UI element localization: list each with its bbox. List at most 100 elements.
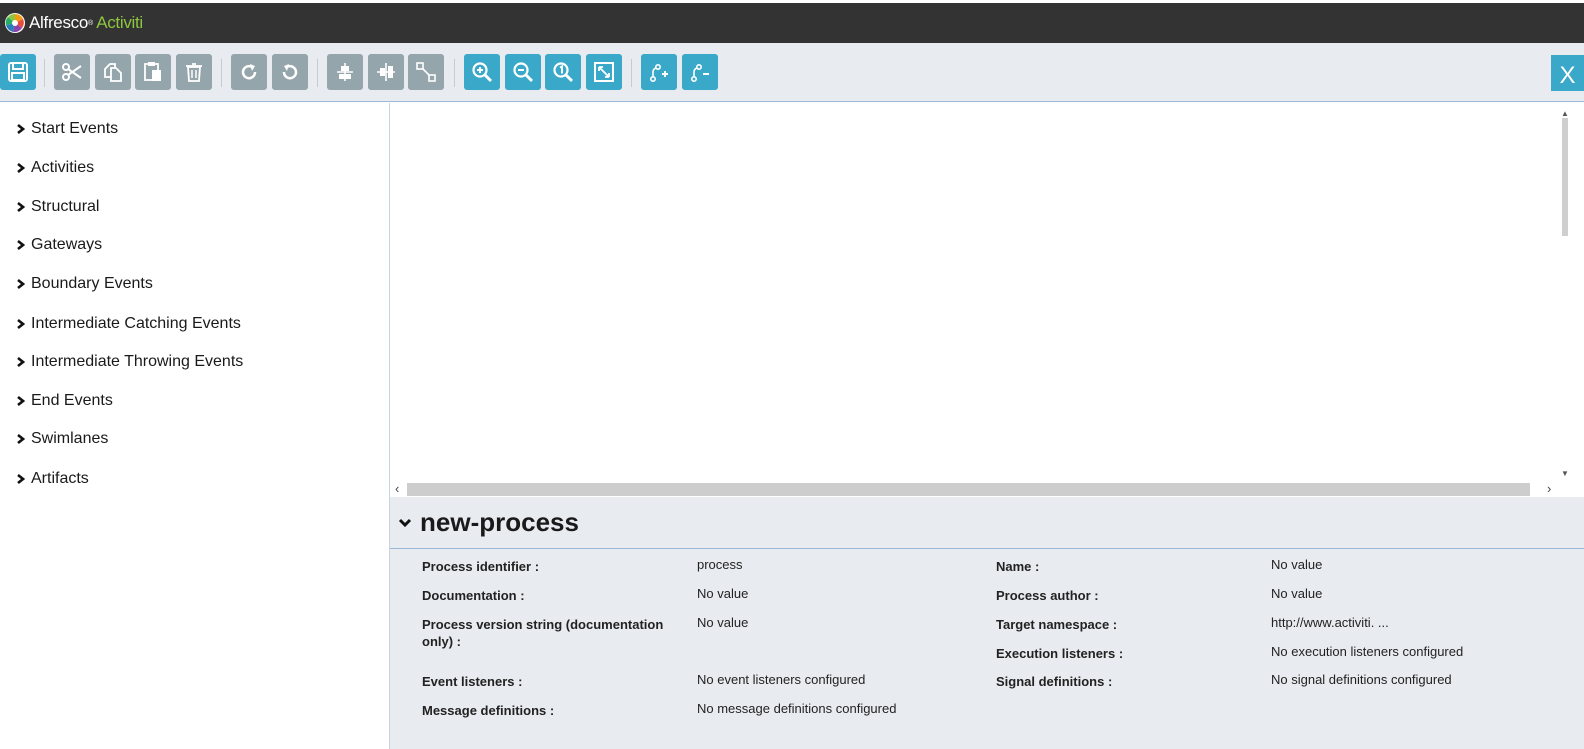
paste-icon bbox=[144, 62, 161, 81]
properties-title: new-process bbox=[420, 507, 579, 537]
zoom-out-icon bbox=[513, 62, 534, 83]
align-horizontal-icon bbox=[377, 63, 395, 81]
prop-label-documentation: Documentation : bbox=[422, 588, 525, 603]
zoom-actual-icon bbox=[553, 62, 574, 83]
prop-value-event-listeners[interactable]: No event listeners configured bbox=[697, 671, 977, 688]
paste-button[interactable] bbox=[135, 54, 171, 90]
palette-group-swimlanes[interactable]: Swimlanes bbox=[16, 428, 108, 450]
app-header: Alfresco ® Activiti bbox=[0, 0, 1584, 43]
remove-bendpoint-button[interactable] bbox=[682, 54, 718, 90]
add-bendpoint-button[interactable] bbox=[641, 54, 677, 90]
palette-group-label: Gateways bbox=[31, 236, 103, 253]
prop-label-process-version: Process version string (documentation on… bbox=[422, 617, 664, 649]
logo-product-text: Activiti bbox=[96, 13, 143, 32]
palette-group-start-events[interactable]: Start Events bbox=[16, 118, 118, 140]
scroll-left-arrow-icon[interactable]: ‹ bbox=[395, 481, 399, 496]
undo-button[interactable] bbox=[272, 54, 308, 90]
prop-label-event-listeners: Event listeners : bbox=[422, 674, 523, 689]
shape-palette: Start Events Activities Structural Gatew… bbox=[0, 103, 390, 749]
chevron-right-icon bbox=[17, 239, 25, 251]
prop-value-message-definitions[interactable]: No message definitions configured bbox=[697, 700, 977, 717]
scrollbar-thumb[interactable] bbox=[1562, 118, 1568, 236]
app-logo: Alfresco ® Activiti bbox=[4, 8, 143, 38]
prop-label-message-definitions: Message definitions : bbox=[422, 703, 555, 718]
palette-group-label: Swimlanes bbox=[31, 430, 109, 447]
prop-value-process-identifier[interactable]: process bbox=[697, 556, 977, 573]
save-button[interactable] bbox=[0, 54, 36, 90]
toolbar-separator bbox=[317, 59, 318, 87]
palette-group-label: End Events bbox=[31, 392, 113, 409]
align-horizontal-button[interactable] bbox=[368, 54, 404, 90]
same-size-button[interactable] bbox=[408, 54, 444, 90]
prop-value-execution-listeners[interactable]: No execution listeners configured bbox=[1271, 643, 1571, 660]
diagram-canvas[interactable] bbox=[390, 103, 1560, 483]
redo-button[interactable] bbox=[231, 54, 267, 90]
palette-group-intermediate-throwing-events[interactable]: Intermediate Throwing Events bbox=[16, 351, 243, 373]
chevron-right-icon bbox=[17, 278, 25, 290]
prop-value-target-namespace[interactable]: http://www.activiti. ... bbox=[1271, 614, 1571, 631]
undo-icon bbox=[282, 64, 298, 80]
redo-icon bbox=[241, 64, 257, 80]
cut-icon bbox=[62, 63, 82, 81]
prop-label-target-namespace: Target namespace : bbox=[996, 617, 1118, 632]
palette-group-label: Activities bbox=[31, 159, 95, 176]
prop-value-process-version[interactable]: No value bbox=[697, 614, 977, 631]
close-editor-button[interactable]: X bbox=[1551, 55, 1584, 91]
canvas-vertical-scrollbar[interactable]: ▲ ▼ bbox=[1560, 103, 1570, 483]
zoom-in-button[interactable] bbox=[464, 54, 500, 90]
palette-group-boundary-events[interactable]: Boundary Events bbox=[16, 273, 153, 295]
cut-button[interactable] bbox=[54, 54, 90, 90]
prop-label-process-author: Process author : bbox=[996, 588, 1099, 603]
chevron-down-icon[interactable] bbox=[398, 518, 412, 528]
palette-group-activities[interactable]: Activities bbox=[16, 157, 94, 179]
toolbar-separator bbox=[454, 59, 455, 87]
delete-button[interactable] bbox=[176, 54, 212, 90]
prop-label-name: Name : bbox=[996, 559, 1040, 574]
canvas-horizontal-scrollbar[interactable]: ‹ › bbox=[390, 481, 1570, 497]
palette-group-structural[interactable]: Structural bbox=[16, 196, 99, 218]
palette-group-artifacts[interactable]: Artifacts bbox=[16, 468, 89, 490]
zoom-out-button[interactable] bbox=[505, 54, 541, 90]
scroll-right-arrow-icon[interactable]: › bbox=[1547, 481, 1551, 496]
remove-bendpoint-icon bbox=[690, 63, 709, 83]
prop-value-name[interactable]: No value bbox=[1271, 556, 1571, 573]
logo-brand-text: Alfresco bbox=[29, 13, 89, 32]
palette-group-gateways[interactable]: Gateways bbox=[16, 234, 102, 256]
toolbar-separator bbox=[44, 59, 45, 87]
scroll-down-arrow-icon[interactable]: ▼ bbox=[1561, 469, 1569, 478]
alfresco-flower-icon bbox=[5, 13, 25, 33]
palette-group-label: Intermediate Throwing Events bbox=[31, 353, 244, 370]
prop-value-documentation[interactable]: No value bbox=[697, 585, 977, 602]
prop-value-signal-definitions[interactable]: No signal definitions configured bbox=[1271, 671, 1571, 688]
palette-group-label: Artifacts bbox=[31, 470, 89, 487]
same-size-icon bbox=[416, 62, 436, 82]
chevron-right-icon bbox=[17, 123, 25, 135]
scrollbar-thumb[interactable] bbox=[407, 483, 1530, 496]
palette-group-label: Intermediate Catching Events bbox=[31, 315, 241, 332]
palette-group-label: Structural bbox=[31, 198, 100, 215]
chevron-right-icon bbox=[17, 162, 25, 174]
zoom-fit-icon bbox=[594, 62, 614, 82]
palette-group-end-events[interactable]: End Events bbox=[16, 390, 113, 412]
logo-registered-mark: ® bbox=[88, 19, 94, 27]
properties-header[interactable]: new-process bbox=[390, 497, 1584, 549]
editor-toolbar: X bbox=[0, 43, 1584, 102]
zoom-in-icon bbox=[472, 62, 493, 83]
chevron-right-icon bbox=[17, 473, 25, 485]
chevron-right-icon bbox=[17, 395, 25, 407]
chevron-right-icon bbox=[17, 201, 25, 213]
zoom-fit-button[interactable] bbox=[586, 54, 622, 90]
palette-group-intermediate-catching-events[interactable]: Intermediate Catching Events bbox=[16, 313, 241, 335]
prop-label-signal-definitions: Signal definitions : bbox=[996, 674, 1113, 689]
align-vertical-button[interactable] bbox=[327, 54, 363, 90]
scroll-up-arrow-icon[interactable]: ▲ bbox=[1561, 109, 1569, 118]
palette-group-label: Boundary Events bbox=[31, 275, 153, 292]
copy-icon bbox=[104, 63, 122, 82]
add-bendpoint-icon bbox=[649, 63, 668, 83]
prop-label-process-identifier: Process identifier : bbox=[422, 559, 540, 574]
copy-button[interactable] bbox=[95, 54, 131, 90]
zoom-actual-button[interactable] bbox=[545, 54, 581, 90]
palette-group-label: Start Events bbox=[31, 120, 119, 137]
toolbar-separator bbox=[631, 59, 632, 87]
prop-value-process-author[interactable]: No value bbox=[1271, 585, 1571, 602]
